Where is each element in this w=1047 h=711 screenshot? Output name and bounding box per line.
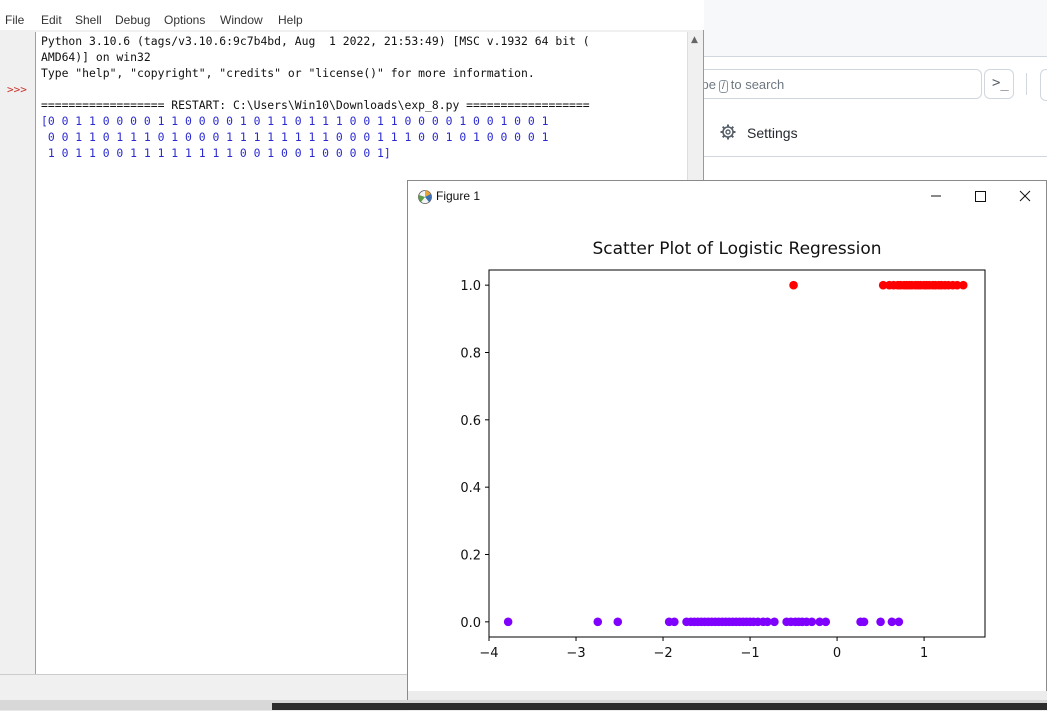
gear-icon bbox=[720, 124, 736, 140]
matplotlib-icon bbox=[418, 190, 432, 204]
chart-title: Scatter Plot of Logistic Regression bbox=[592, 239, 881, 259]
menu-window[interactable]: Window bbox=[220, 13, 263, 27]
plot-frame bbox=[488, 269, 986, 638]
taskbar-dark bbox=[272, 703, 1047, 710]
background-browser-window: ype / to search >_ Settings bbox=[690, 0, 1047, 200]
maximize-button[interactable] bbox=[958, 185, 1002, 207]
scatter-plot: Scatter Plot of Logistic Regression −4 −3 −… bbox=[460, 239, 986, 661]
data-point-class-0 bbox=[503, 617, 513, 627]
data-point-class-0 bbox=[593, 617, 603, 627]
x-tick-label: 0 bbox=[833, 646, 841, 661]
data-point-class-0 bbox=[876, 617, 885, 627]
toolbar-divider bbox=[1026, 73, 1027, 95]
data-point-class-0 bbox=[894, 617, 904, 627]
x-tick-label: −2 bbox=[653, 646, 672, 661]
menu-options[interactable]: Options bbox=[164, 13, 205, 27]
y-tick-label: 0.2 bbox=[460, 549, 481, 564]
shell-prompt: >>> bbox=[7, 83, 27, 96]
data-point-class-1 bbox=[958, 280, 968, 290]
menu-edit[interactable]: Edit bbox=[41, 13, 62, 27]
slash-key-hint: / bbox=[718, 80, 728, 93]
avatar[interactable] bbox=[1040, 69, 1047, 101]
shell-output-line: 1 0 1 1 0 0 1 1 1 1 1 1 1 1 0 0 1 0 0 1 … bbox=[41, 146, 391, 160]
search-placeholder: ype / to search bbox=[695, 77, 785, 93]
shell-text-line: Type "help", "copyright", "credits" or "… bbox=[41, 66, 535, 80]
command-palette-button[interactable]: >_ bbox=[984, 69, 1014, 99]
x-tick-label: −3 bbox=[566, 646, 585, 661]
shell-text-line: Python 3.10.6 (tags/v3.10.6:9c7b4bd, Aug… bbox=[41, 34, 590, 48]
menu-shell[interactable]: Shell bbox=[75, 13, 102, 27]
y-tick-label: 1.0 bbox=[460, 279, 481, 294]
x-tick-label: −1 bbox=[740, 646, 759, 661]
y-tick-label: 0.8 bbox=[460, 346, 481, 361]
scroll-up-icon[interactable]: ▲ bbox=[691, 35, 698, 45]
taskbar bbox=[0, 700, 1047, 710]
shell-text-line: ================== RESTART: C:\Users\Win… bbox=[41, 98, 590, 112]
browser-address-area bbox=[690, 10, 1047, 57]
x-tick-label: −4 bbox=[479, 646, 498, 661]
data-point-class-0 bbox=[859, 617, 869, 627]
y-tick-label: 0.4 bbox=[460, 481, 481, 496]
settings-label: Settings bbox=[747, 125, 798, 141]
y-tick-label: 0.0 bbox=[460, 616, 481, 631]
data-point-class-0 bbox=[821, 617, 831, 627]
y-tick-label: 0.6 bbox=[460, 414, 481, 429]
data-point-class-0 bbox=[670, 617, 679, 627]
figure-window: Figure 1 Scatter Plot of Logistic Regres… bbox=[407, 180, 1047, 711]
prompt-gutter bbox=[0, 32, 35, 674]
menu-file[interactable]: File bbox=[5, 13, 24, 27]
x-tick-label: 1 bbox=[920, 646, 928, 661]
shell-output-line: [0 0 1 1 0 0 0 0 1 1 0 0 0 0 1 0 1 1 0 1… bbox=[41, 114, 549, 128]
shell-output-line: 0 0 1 1 0 1 1 1 0 1 0 0 0 1 1 1 1 1 1 1 … bbox=[41, 130, 549, 144]
section-divider bbox=[690, 156, 1047, 157]
idle-menubar: File Edit Shell Debug Options Window Hel… bbox=[0, 10, 704, 30]
close-button[interactable] bbox=[1003, 185, 1047, 207]
minimize-button[interactable] bbox=[913, 185, 957, 207]
data-point-class-0 bbox=[770, 617, 779, 627]
search-input[interactable]: ype / to search bbox=[690, 69, 982, 99]
data-point-class-0 bbox=[613, 617, 623, 627]
data-point-class-1 bbox=[789, 280, 798, 290]
figure-title: Figure 1 bbox=[436, 189, 481, 203]
idle-titlebar bbox=[0, 0, 704, 10]
shell-text-line: AMD64)] on win32 bbox=[41, 50, 151, 64]
terminal-icon: >_ bbox=[992, 75, 1009, 91]
menu-debug[interactable]: Debug bbox=[115, 13, 150, 27]
data-point-class-0 bbox=[807, 617, 817, 627]
menu-help[interactable]: Help bbox=[278, 13, 303, 27]
